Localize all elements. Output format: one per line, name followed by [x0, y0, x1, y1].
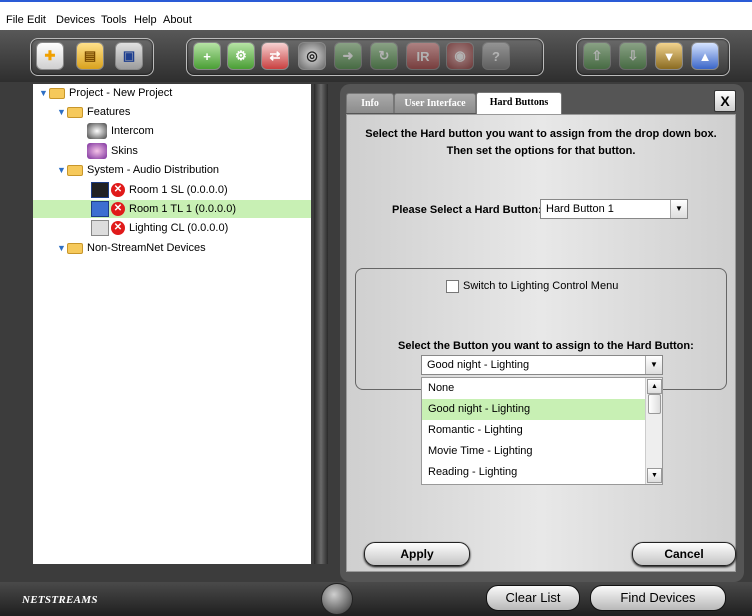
device-icon — [91, 201, 109, 218]
error-badge-icon: ✕ — [111, 221, 125, 236]
tab-info[interactable]: Info — [346, 93, 394, 113]
transfer-device-icon[interactable]: ▼ — [655, 42, 683, 70]
transfer-toolbar-group: ⇧ ⇩ ▼ ▲ — [576, 38, 730, 76]
switch-lighting-checkbox[interactable] — [446, 280, 459, 293]
assign-button-select[interactable]: Good night - Lighting ▼ — [421, 355, 663, 375]
apply-button[interactable]: Apply — [364, 542, 470, 566]
expand-arrow-icon[interactable]: ▼ — [57, 161, 67, 179]
download-icon[interactable]: ⇩ — [619, 42, 647, 70]
intercom-icon — [87, 123, 107, 140]
wizard-icon[interactable]: ▲ — [691, 42, 719, 70]
find-devices-button[interactable]: Find Devices — [590, 585, 726, 611]
error-badge-icon: ✕ — [111, 183, 125, 198]
instructions: Select the Hard button you want to assig… — [346, 126, 736, 160]
file-toolbar-group: ✚ ▤ ▣ — [30, 38, 154, 76]
upload-icon[interactable]: ⇧ — [583, 42, 611, 70]
close-icon[interactable]: X — [714, 90, 736, 112]
fingerprint-icon[interactable]: ◎ — [298, 42, 326, 70]
menu-bar: File Edit Devices Tools Help About — [0, 0, 752, 30]
device-icon — [91, 182, 109, 199]
clear-list-button[interactable]: Clear List — [486, 585, 580, 611]
option-movie-time[interactable]: Movie Time - Lighting — [422, 441, 646, 462]
tree-node-non-streamnet[interactable]: ▼ Non-StreamNet Devices — [57, 239, 206, 257]
expand-arrow-icon[interactable]: ▼ — [57, 239, 67, 257]
tree-node-room-tl[interactable]: ✕ Room 1 TL 1 (0.0.0.0) — [33, 200, 311, 218]
option-good-night[interactable]: Good night - Lighting — [422, 399, 646, 420]
add-device-icon[interactable]: + — [193, 42, 221, 70]
device-icon — [91, 220, 109, 237]
option-none[interactable]: None — [422, 378, 646, 399]
help-question-icon[interactable]: ? — [482, 42, 510, 70]
dropdown-arrow-icon[interactable]: ▼ — [645, 356, 662, 374]
netstreams-app-window: File Edit Devices Tools Help About ✚ ▤ ▣… — [0, 0, 752, 616]
project-tree: ▼ Project - New Project ▼ Features Interco… — [33, 84, 311, 564]
assign-button-label: Select the Button you want to assign to … — [398, 340, 694, 352]
scroll-down-arrow-icon[interactable]: ▼ — [647, 468, 662, 483]
menu-devices[interactable]: Devices — [56, 14, 95, 26]
device-toolbar-group: + ⚙ ⇄ ◎ ➜ ↻ IR ◉ ? — [186, 38, 544, 76]
hard-button-label: Please Select a Hard Button: — [392, 204, 542, 216]
tree-node-features[interactable]: ▼ Features — [57, 103, 130, 121]
assign-button-value: Good night - Lighting — [427, 359, 530, 371]
forward-arrow-icon[interactable]: ➜ — [334, 42, 362, 70]
option-romantic[interactable]: Romantic - Lighting — [422, 420, 646, 441]
cancel-button[interactable]: Cancel — [632, 542, 736, 566]
save-disk-icon[interactable]: ▣ — [115, 42, 143, 70]
scroll-up-arrow-icon[interactable]: ▲ — [647, 379, 662, 394]
panel-splitter[interactable] — [314, 84, 328, 564]
expand-arrow-icon[interactable]: ▼ — [57, 103, 67, 121]
folder-icon — [49, 87, 65, 99]
open-folder-icon[interactable]: ▤ — [76, 42, 104, 70]
hard-button-select[interactable]: Hard Button 1 ▼ — [540, 199, 688, 219]
tree-node-skins[interactable]: Skins — [87, 142, 138, 160]
menu-edit[interactable]: Edit — [27, 14, 46, 26]
tree-node-lighting-cl[interactable]: ✕ Lighting CL (0.0.0.0) — [91, 219, 228, 237]
folder-icon — [67, 106, 83, 118]
menu-file[interactable]: File — [6, 14, 24, 26]
tree-node-room-sl[interactable]: ✕ Room 1 SL (0.0.0.0) — [91, 181, 228, 199]
tab-hard-buttons[interactable]: Hard Buttons — [476, 92, 562, 114]
skins-icon — [87, 143, 107, 160]
tree-node-project[interactable]: ▼ Project - New Project — [39, 84, 172, 102]
hard-button-value: Hard Button 1 — [546, 203, 614, 215]
toolbar: ✚ ▤ ▣ + ⚙ ⇄ ◎ ➜ ↻ IR ◉ ? ⇧ ⇩ ▼ ▲ — [0, 30, 752, 82]
ir-icon[interactable]: IR — [406, 42, 440, 70]
options-scrollbar[interactable]: ▲ ▼ — [645, 378, 662, 484]
assign-button-options-list: None Good night - Lighting Romantic - Li… — [421, 377, 663, 485]
menu-help[interactable]: Help — [134, 14, 157, 26]
tree-node-system[interactable]: ▼ System - Audio Distribution — [57, 161, 219, 179]
new-project-icon[interactable]: ✚ — [36, 42, 64, 70]
tab-user-interface[interactable]: User Interface — [394, 93, 476, 113]
instruction-line-1: Select the Hard button you want to assig… — [365, 128, 717, 140]
netstreams-logo: NETSTREAMS — [22, 594, 98, 606]
menu-tools[interactable]: Tools — [101, 14, 127, 26]
folder-icon — [67, 164, 83, 176]
option-reading[interactable]: Reading - Lighting — [422, 462, 646, 483]
error-badge-icon: ✕ — [111, 202, 125, 217]
tree-node-intercom[interactable]: Intercom — [87, 122, 154, 140]
switch-lighting-label: Switch to Lighting Control Menu — [463, 280, 619, 292]
device-settings-icon[interactable]: ⚙ — [227, 42, 255, 70]
instruction-line-2: Then set the options for that button. — [446, 145, 636, 157]
dropdown-arrow-icon[interactable]: ▼ — [670, 200, 687, 218]
expand-arrow-icon[interactable]: ▼ — [39, 84, 49, 102]
globe-icon[interactable] — [321, 583, 353, 615]
folder-icon — [67, 242, 83, 254]
network-icon[interactable]: ⇄ — [261, 42, 289, 70]
scroll-thumb[interactable] — [648, 394, 661, 414]
target-icon[interactable]: ◉ — [446, 42, 474, 70]
menu-about[interactable]: About — [163, 14, 192, 26]
sync-icon[interactable]: ↻ — [370, 42, 398, 70]
